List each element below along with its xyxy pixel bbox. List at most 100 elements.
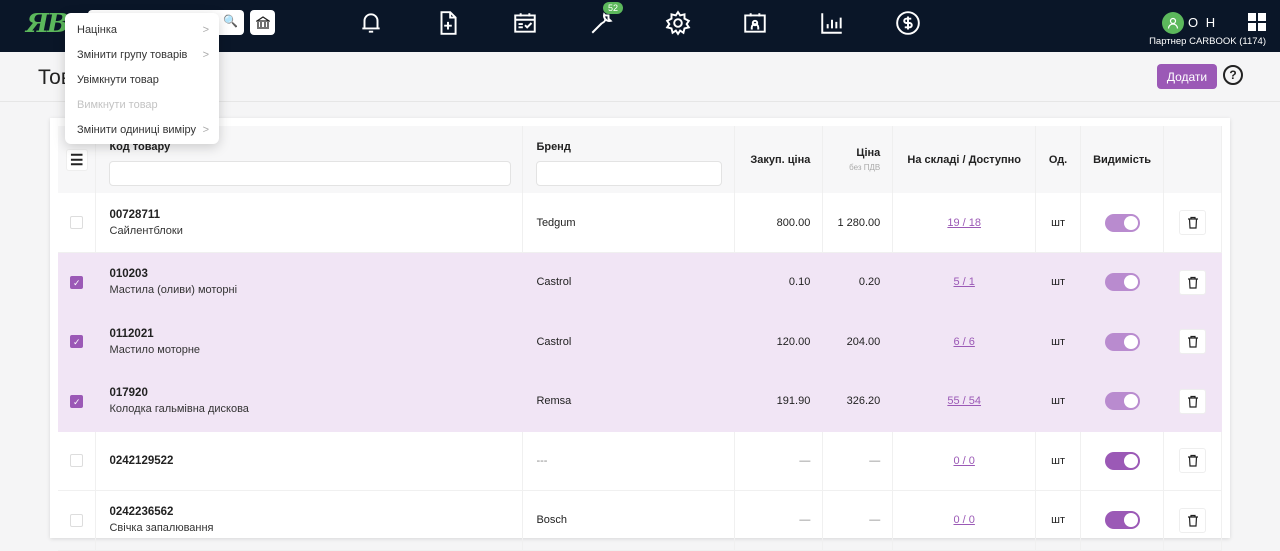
visibility-toggle[interactable]: [1104, 451, 1140, 470]
table-row[interactable]: 00728711 Сайлентблоки Tedgum 800.00 1 280…: [58, 193, 1222, 253]
delete-button[interactable]: [1179, 507, 1206, 533]
product-price: 326.20: [822, 371, 894, 432]
trash-icon: [1187, 395, 1198, 408]
delete-button[interactable]: [1179, 210, 1206, 235]
column-header-price[interactable]: Ціна без ПДВ: [822, 126, 894, 193]
dropdown-item-label: Націнка: [77, 23, 118, 36]
products-table-card: ☰ Код товару Бренд Закуп. ціна Ціна без …: [50, 118, 1230, 551]
dropdown-item-label: Змінити одиниці виміру: [77, 123, 197, 136]
dropdown-item-label: Змінити групу товарів: [77, 48, 188, 61]
table-row[interactable]: ✓ 017920 Колодка гальмівна дискова Remsa …: [58, 371, 1222, 432]
product-unit: шт: [1035, 312, 1082, 372]
product-code[interactable]: 0112021: [109, 328, 522, 340]
apps-grid-icon[interactable]: [1248, 13, 1266, 31]
product-buy-price: —: [734, 431, 824, 491]
app-logo[interactable]: ЯB: [26, 9, 69, 39]
row-checkbox[interactable]: ✓: [70, 394, 84, 408]
product-buy-price: 120.00: [734, 312, 824, 372]
trash-icon: [1187, 336, 1198, 348]
calendar-check-icon[interactable]: [510, 8, 540, 38]
table-header-row: ☰ Код товару Бренд Закуп. ціна Ціна без …: [58, 126, 1222, 193]
row-checkbox[interactable]: ✓: [70, 275, 84, 289]
column-header-buy-price[interactable]: Закуп. ціна: [734, 126, 824, 193]
delete-button[interactable]: [1179, 388, 1206, 414]
stock-link[interactable]: 0 / 0: [953, 514, 974, 526]
product-code[interactable]: 010203: [109, 268, 522, 280]
partner-label: Партнер CARBOOK (1174): [1149, 36, 1266, 47]
product-price: —: [822, 431, 894, 491]
product-name: Мастило моторне: [109, 343, 201, 356]
visibility-toggle[interactable]: [1104, 511, 1140, 530]
bulk-actions-menu-button[interactable]: ☰: [65, 148, 88, 171]
column-header-price-label: Ціна: [856, 147, 881, 159]
wrench-icon[interactable]: 52: [587, 2, 624, 38]
search-icon[interactable]: 🔍: [223, 14, 238, 28]
add-button[interactable]: Додати: [1157, 64, 1217, 89]
gear-icon[interactable]: [663, 8, 693, 38]
user-profile[interactable]: O H Партнер CARBOOK (1174): [1126, 10, 1266, 50]
product-unit: шт: [1035, 431, 1082, 491]
product-unit: шт: [1035, 490, 1082, 551]
bar-chart-icon[interactable]: [817, 8, 847, 38]
column-header-visibility: Видимість: [1080, 126, 1164, 193]
product-buy-price: 800.00: [734, 193, 824, 253]
dropdown-item[interactable]: Змінити групу товарів >: [65, 42, 219, 67]
product-code[interactable]: 0242129522: [109, 455, 522, 467]
document-add-icon[interactable]: [433, 8, 463, 38]
chevron-right-icon: >: [202, 48, 209, 61]
stock-link[interactable]: 0 / 0: [953, 455, 974, 467]
bulk-actions-dropdown: Націнка > Змінити групу товарів > Увімкнути …: [65, 13, 219, 144]
table-row[interactable]: ✓ 010203 Мастила (оливи) моторні Castrol …: [58, 252, 1222, 313]
delete-button[interactable]: [1179, 269, 1206, 295]
visibility-toggle[interactable]: [1104, 332, 1140, 351]
stock-link[interactable]: 6 / 6: [953, 336, 974, 348]
trash-icon: [1187, 276, 1198, 289]
product-brand: Bosch: [522, 490, 736, 551]
delete-button[interactable]: [1179, 448, 1206, 474]
table-row[interactable]: ✓ 0112021 Мастило моторне Castrol 120.00 …: [58, 312, 1222, 372]
stock-link[interactable]: 5 / 1: [953, 276, 974, 288]
product-unit: шт: [1035, 252, 1082, 313]
products-table: ☰ Код товару Бренд Закуп. ціна Ціна без …: [58, 126, 1222, 551]
chevron-right-icon: >: [202, 23, 209, 36]
stock-link[interactable]: 55 / 54: [947, 395, 981, 407]
user-initials: O H: [1188, 15, 1218, 30]
calendar-person-icon[interactable]: [740, 8, 770, 38]
product-brand: Castrol: [522, 312, 736, 372]
row-checkbox[interactable]: [70, 454, 84, 468]
dollar-icon[interactable]: [893, 8, 923, 38]
product-price: 204.00: [822, 312, 894, 372]
trash-icon: [1187, 216, 1198, 229]
help-icon[interactable]: ?: [1223, 65, 1243, 85]
row-checkbox[interactable]: [70, 216, 84, 229]
delete-button[interactable]: [1179, 329, 1206, 355]
column-header-brand: Бренд: [536, 141, 571, 153]
product-code[interactable]: 0242236562: [109, 506, 522, 518]
bank-button[interactable]: [250, 10, 275, 35]
visibility-toggle[interactable]: [1104, 273, 1140, 292]
product-brand: Remsa: [522, 371, 736, 432]
dropdown-item[interactable]: Змінити одиниці виміру >: [65, 117, 219, 142]
product-unit: шт: [1035, 193, 1082, 253]
user-avatar-icon[interactable]: [1162, 12, 1184, 34]
product-brand: Tedgum: [522, 193, 736, 253]
product-buy-price: 191.90: [734, 371, 824, 432]
row-checkbox[interactable]: [70, 513, 84, 527]
code-filter-input[interactable]: [109, 161, 512, 186]
row-checkbox[interactable]: ✓: [70, 335, 84, 349]
visibility-toggle[interactable]: [1104, 392, 1140, 411]
column-header-price-sub: без ПДВ: [849, 163, 881, 172]
bell-icon[interactable]: [356, 8, 386, 38]
table-row[interactable]: 0242129522 --- — — 0 / 0 шт: [58, 431, 1222, 491]
product-code[interactable]: 00728711: [109, 209, 522, 221]
stock-link[interactable]: 19 / 18: [947, 217, 981, 229]
dropdown-item[interactable]: Націнка >: [65, 17, 219, 42]
brand-filter-input[interactable]: [536, 161, 723, 186]
table-row[interactable]: 0242236562 Свічка запалювання Bosch — — 0…: [58, 490, 1222, 551]
dropdown-item-label: Вимкнути товар: [77, 98, 158, 111]
column-header-stock[interactable]: На складі / Доступно: [892, 126, 1037, 193]
dropdown-item[interactable]: Увімкнути товар: [65, 67, 219, 92]
visibility-toggle[interactable]: [1104, 213, 1140, 232]
product-unit: шт: [1035, 371, 1082, 432]
product-code[interactable]: 017920: [109, 387, 522, 399]
